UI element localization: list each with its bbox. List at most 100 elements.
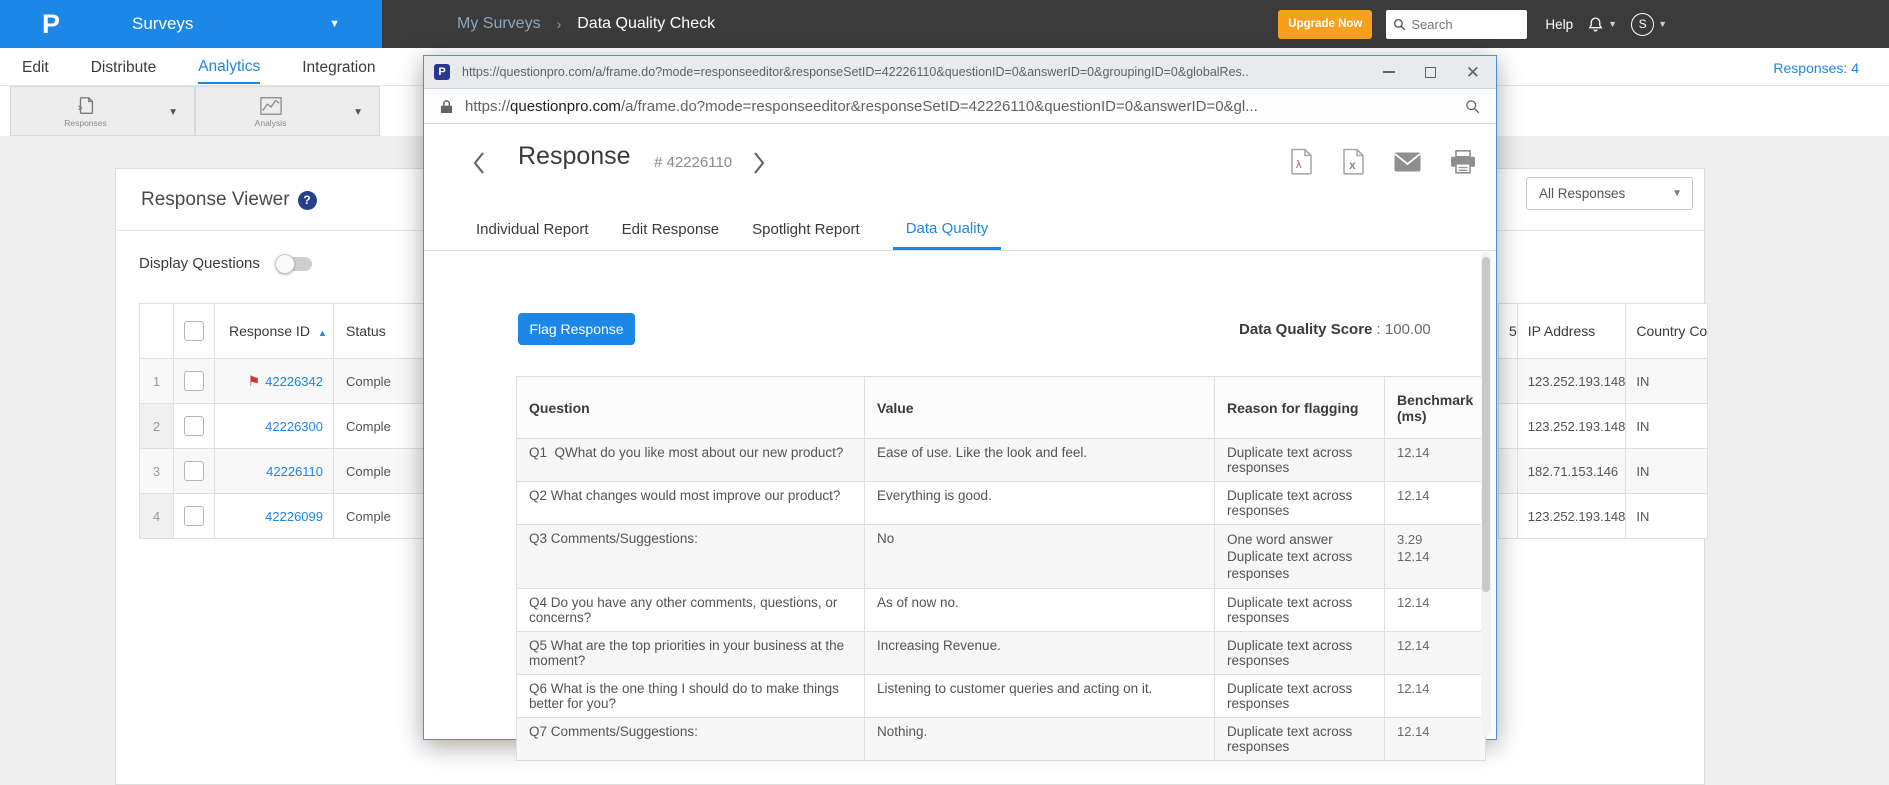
- notifications-button[interactable]: ▼: [1587, 16, 1617, 33]
- help-icon[interactable]: ?: [298, 191, 317, 210]
- print-button[interactable]: [1450, 150, 1476, 174]
- response-list-right-columns: 5 IP Address Country Co 123.252.193.148 …: [1498, 303, 1708, 539]
- responses-count: Responses: 4: [1773, 60, 1859, 76]
- reason-cell: Duplicate text across responses: [1215, 632, 1385, 675]
- response-id-cell[interactable]: 42226099: [215, 494, 334, 539]
- zoom-icon[interactable]: [1465, 99, 1480, 114]
- nav-distribute[interactable]: Distribute: [91, 50, 156, 83]
- responses-tool-label: Responses: [64, 118, 107, 128]
- value-cell: No: [865, 525, 1215, 589]
- scrollbar-thumb[interactable]: [1482, 257, 1490, 592]
- value-cell: As of now no.: [865, 589, 1215, 632]
- popup-address-bar[interactable]: https://questionpro.com/a/frame.do?mode=…: [424, 89, 1496, 124]
- top-bar: P Surveys ▼ My Surveys › Data Quality Ch…: [0, 0, 1889, 48]
- row-checkbox[interactable]: [184, 461, 204, 481]
- row-checkbox[interactable]: [184, 416, 204, 436]
- row-checkbox[interactable]: [184, 506, 204, 526]
- response-id-cell[interactable]: ⚑ 42226342: [215, 359, 334, 404]
- benchmark-cell: 12.14: [1385, 482, 1486, 525]
- popup-title-url: https://questionpro.com/a/frame.do?mode=…: [462, 65, 1371, 79]
- chevron-down-icon: ▼: [1608, 19, 1617, 29]
- reason-cell: Duplicate text across responses: [1215, 482, 1385, 525]
- lock-icon: [440, 99, 453, 114]
- reason-cell: Duplicate text across responses: [1215, 589, 1385, 632]
- email-button[interactable]: [1394, 152, 1421, 172]
- value-cell: Increasing Revenue.: [865, 632, 1215, 675]
- topbar-actions: Upgrade Now Help ▼ S ▼: [1278, 10, 1889, 39]
- tab-data-quality[interactable]: Data Quality: [893, 220, 1002, 250]
- response-id-link: 42226300: [265, 419, 323, 434]
- minimize-icon[interactable]: [1383, 71, 1395, 73]
- search-input[interactable]: [1411, 17, 1511, 32]
- value-cell: Listening to customer queries and acting…: [865, 675, 1215, 718]
- response-id-cell[interactable]: 42226300: [215, 404, 334, 449]
- address-url: https://questionpro.com/a/frame.do?mode=…: [465, 98, 1465, 115]
- chevron-down-icon[interactable]: ▼: [168, 107, 178, 118]
- display-questions-row: Display Questions: [139, 255, 312, 272]
- country-code-header[interactable]: Country Co: [1626, 304, 1708, 359]
- row-number: 3: [140, 449, 174, 494]
- upgrade-now-button[interactable]: Upgrade Now: [1278, 10, 1372, 39]
- chevron-down-icon: ▼: [1672, 188, 1682, 199]
- value-cell: Ease of use. Like the look and feel.: [865, 439, 1215, 482]
- response-id-link: 42226342: [265, 374, 323, 389]
- chevron-down-icon: ▼: [329, 18, 340, 30]
- export-excel-button[interactable]: x: [1342, 148, 1365, 175]
- popup-scrollbar[interactable]: [1481, 252, 1491, 736]
- export-actions: λ x: [1290, 148, 1476, 175]
- row-select-cell: [174, 494, 215, 539]
- table-row: Q4 Do you have any other comments, quest…: [517, 589, 1486, 632]
- responses-tool-button[interactable]: Responses ▼: [10, 86, 195, 136]
- nav-analytics[interactable]: Analytics: [198, 49, 260, 84]
- account-menu[interactable]: S ▼: [1631, 13, 1667, 36]
- surveys-menu-button[interactable]: P Surveys ▼: [0, 0, 382, 48]
- benchmark-line: 3.29: [1397, 531, 1473, 548]
- response-id-label: # 42226110: [654, 154, 732, 171]
- close-icon[interactable]: ✕: [1466, 64, 1480, 81]
- table-row: 123.252.193.148 IN: [1499, 404, 1708, 449]
- question-cell: Q4 Do you have any other comments, quest…: [517, 589, 865, 632]
- row-checkbox[interactable]: [184, 371, 204, 391]
- help-link[interactable]: Help: [1545, 17, 1573, 32]
- table-header-row: 5 IP Address Country Co: [1499, 304, 1708, 359]
- reason-cell: Duplicate text across responses: [1215, 718, 1385, 761]
- question-cell: Q2 What changes would most improve our p…: [517, 482, 865, 525]
- product-name: Surveys: [132, 14, 193, 34]
- flag-response-button[interactable]: Flag Response: [518, 313, 635, 345]
- sort-asc-icon: ▲: [318, 328, 327, 338]
- table-header-row: Question Value Reason for flagging Bench…: [517, 377, 1486, 439]
- breadcrumb-separator-icon: ›: [557, 16, 562, 32]
- excel-icon: x: [1342, 148, 1365, 175]
- nav-edit[interactable]: Edit: [22, 50, 49, 83]
- table-row: 123.252.193.148 IN: [1499, 359, 1708, 404]
- all-responses-dropdown[interactable]: All Responses ▼: [1526, 177, 1693, 210]
- chevron-down-icon[interactable]: ▼: [353, 107, 363, 118]
- display-questions-toggle[interactable]: [278, 257, 312, 271]
- flag-icon: ⚑: [248, 373, 261, 389]
- data-quality-panel: Flag Response Data Quality Score : 100.0…: [424, 251, 1496, 775]
- export-pdf-button[interactable]: λ: [1290, 148, 1313, 175]
- response-id-header[interactable]: Response ID▲: [215, 304, 334, 359]
- partial-column-header: 5: [1499, 304, 1518, 359]
- tab-spotlight-report[interactable]: Spotlight Report: [752, 221, 860, 250]
- tab-individual-report[interactable]: Individual Report: [476, 221, 589, 250]
- analysis-tool-button[interactable]: Analysis ▼: [195, 86, 380, 136]
- benchmark-header: Benchmark (ms): [1385, 377, 1486, 439]
- popup-titlebar[interactable]: P https://questionpro.com/a/frame.do?mod…: [424, 56, 1496, 89]
- breadcrumb-my-surveys[interactable]: My Surveys: [457, 15, 541, 33]
- country-code-cell: IN: [1626, 404, 1708, 449]
- previous-response-button[interactable]: [472, 150, 486, 176]
- maximize-icon[interactable]: [1425, 67, 1436, 78]
- bell-icon: [1587, 16, 1604, 33]
- response-id-cell[interactable]: 42226110: [215, 449, 334, 494]
- tab-edit-response[interactable]: Edit Response: [622, 221, 720, 250]
- select-all-checkbox[interactable]: [184, 321, 204, 341]
- question-cell: Q5 What are the top priorities in your b…: [517, 632, 865, 675]
- next-response-button[interactable]: [752, 150, 766, 176]
- benchmark-cell: 3.29 12.14: [1385, 525, 1486, 589]
- response-id-link: 42226099: [265, 509, 323, 524]
- global-search[interactable]: [1386, 10, 1527, 39]
- nav-integration[interactable]: Integration: [302, 50, 375, 83]
- ip-address-header[interactable]: IP Address: [1517, 304, 1626, 359]
- svg-text:x: x: [1349, 158, 1356, 172]
